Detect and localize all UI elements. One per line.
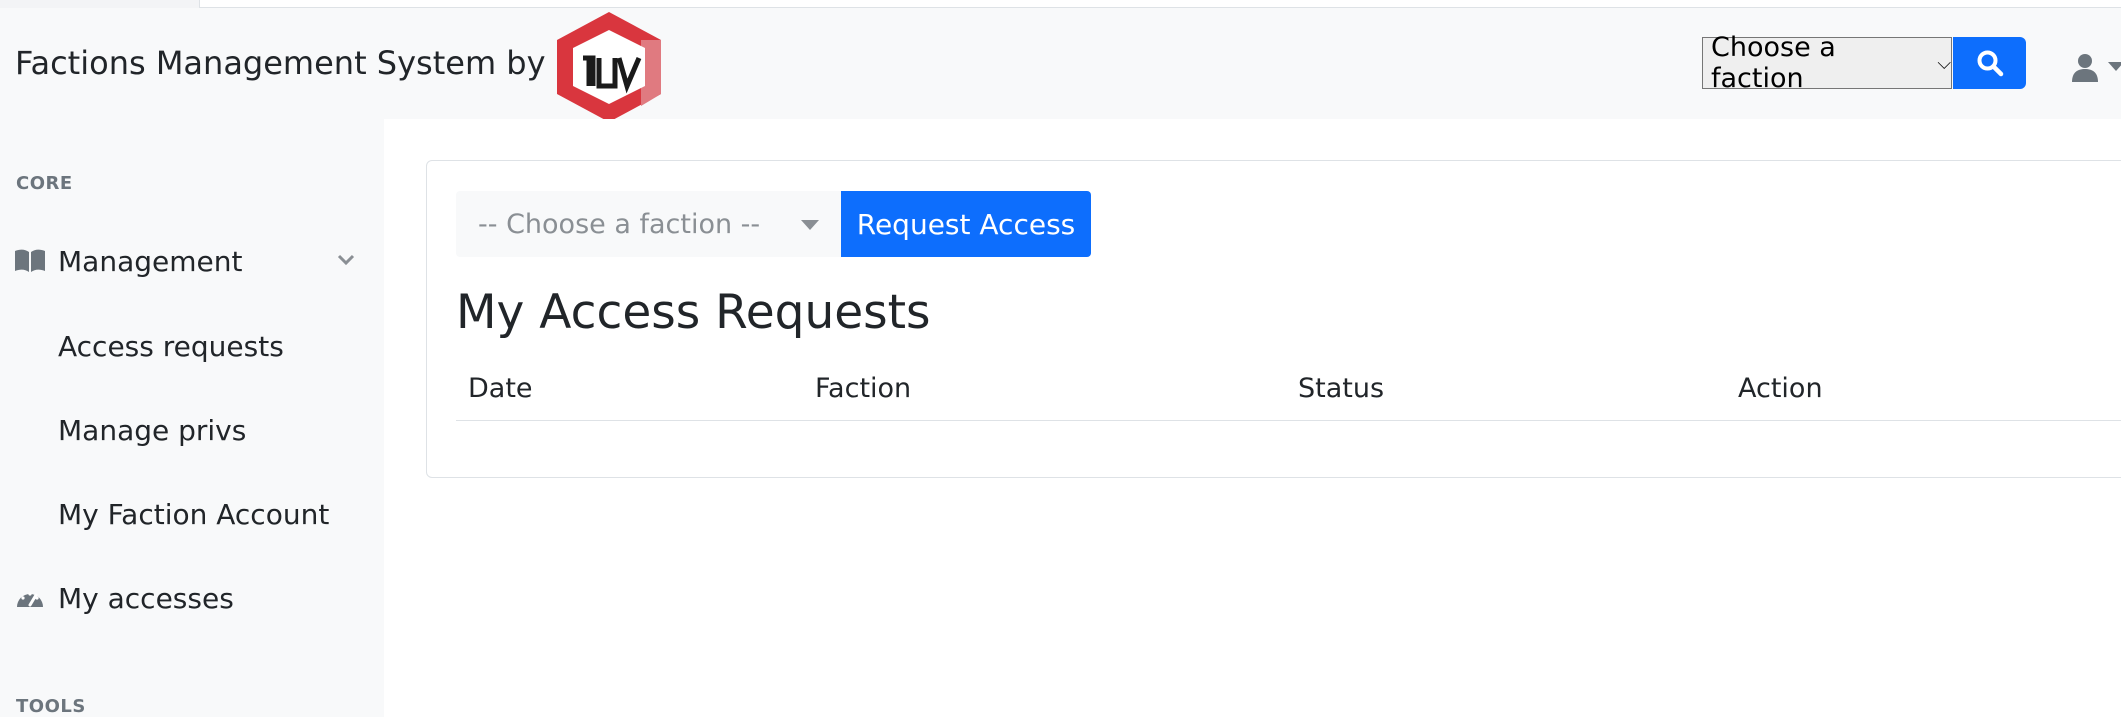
requests-table-header: Date Faction Status Action <box>456 357 2121 421</box>
faction-select[interactable]: Choose a faction ⌵ <box>1702 32 1952 94</box>
faction-request-select-placeholder: -- Choose a faction -- <box>478 208 761 240</box>
sidebar: CORE Management Access requests Manage p… <box>0 119 384 717</box>
column-header-faction[interactable]: Faction <box>815 373 911 404</box>
faction-request-select[interactable]: -- Choose a faction -- <box>456 191 841 257</box>
sidebar-heading-tools: TOOLS <box>16 696 86 717</box>
browser-top-strip <box>0 0 2121 8</box>
sidebar-item-management[interactable]: Management <box>0 231 384 291</box>
search-icon <box>1977 50 2003 77</box>
sidebar-item-access-requests[interactable]: Access requests <box>0 316 384 376</box>
tachometer-icon <box>17 592 43 607</box>
main-content: -- Choose a faction -- Request Access My… <box>384 119 2121 717</box>
rdv-logo <box>557 12 661 122</box>
top-navbar: Factions Management System by Choose a f… <box>0 8 2121 122</box>
chevron-down-icon <box>337 254 355 266</box>
page-title: My Access Requests <box>456 285 931 340</box>
search-button[interactable] <box>1953 37 2026 89</box>
column-header-action[interactable]: Action <box>1738 373 1823 404</box>
column-header-date[interactable]: Date <box>468 373 533 404</box>
faction-select-value: Choose a faction <box>1711 32 1836 94</box>
sidebar-item-manage-privs[interactable]: Manage privs <box>0 400 384 460</box>
user-icon[interactable] <box>2070 52 2100 82</box>
sidebar-heading-core: CORE <box>16 173 73 194</box>
sidebar-item-label: My accesses <box>58 581 234 615</box>
column-header-status[interactable]: Status <box>1298 373 1384 404</box>
caret-down-icon <box>801 220 819 230</box>
sidebar-item-my-faction-account[interactable]: My Faction Account <box>0 484 384 544</box>
sidebar-item-label: Manage privs <box>58 413 247 447</box>
sidebar-item-label: Access requests <box>58 329 284 363</box>
request-access-button[interactable]: Request Access <box>841 191 1091 257</box>
sidebar-item-my-accesses[interactable]: My accesses <box>0 568 384 628</box>
book-open-icon <box>15 249 45 272</box>
sidebar-item-label: Management <box>58 244 243 278</box>
brand-title[interactable]: Factions Management System by <box>15 44 546 82</box>
access-requests-card: -- Choose a faction -- Request Access My… <box>426 160 2121 478</box>
user-dropdown-caret-icon[interactable] <box>2108 62 2121 71</box>
chevron-down-icon: ⌵ <box>1937 52 1951 74</box>
sidebar-item-label: My Faction Account <box>58 497 330 531</box>
browser-tab[interactable] <box>0 0 200 8</box>
